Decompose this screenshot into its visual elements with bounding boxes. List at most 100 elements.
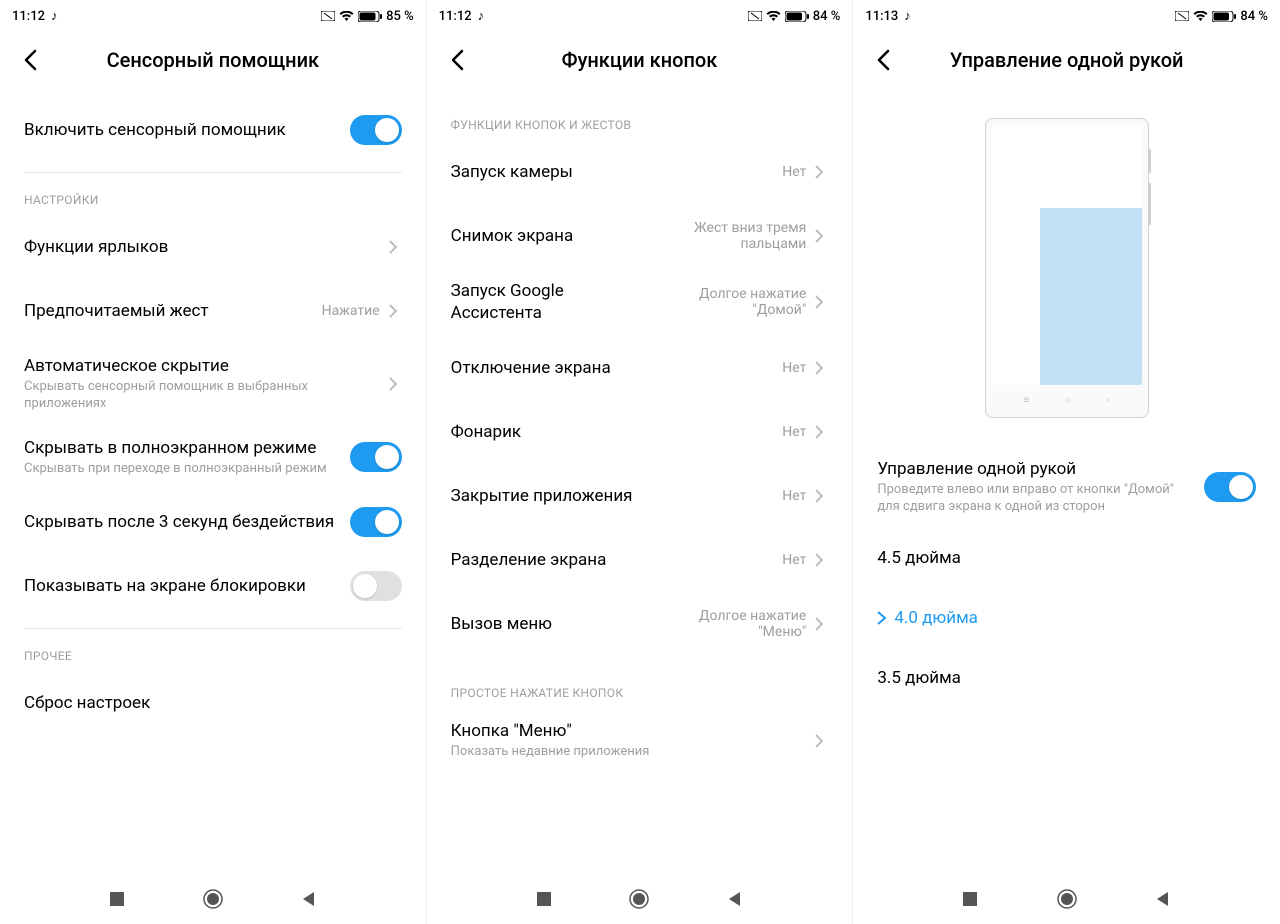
divider [24, 628, 402, 629]
shortcut-label: Функции ярлыков [24, 236, 380, 258]
idle-toggle[interactable] [350, 507, 402, 537]
nav-recents-icon[interactable] [108, 890, 126, 908]
chevron-right-icon [810, 734, 828, 748]
launch-camera-row[interactable]: Запуск камеры Нет [451, 140, 829, 204]
chevron-right-icon [810, 165, 828, 179]
chevron-right-icon [384, 240, 402, 254]
preferred-gesture-row[interactable]: Предпочитаемый жест Нажатие [24, 279, 402, 343]
enable-touch-assistant-row[interactable]: Включить сенсорный помощник [24, 98, 402, 162]
nav-home-icon[interactable] [202, 888, 224, 910]
row-value: Нет [782, 360, 806, 376]
screen-one-handed: 11:13 ♪ 84 % Управление одной рукой [853, 0, 1280, 924]
lock-toggle[interactable] [350, 571, 402, 601]
chevron-right-icon [810, 425, 828, 439]
close-app-row[interactable]: Закрытие приложения Нет [451, 464, 829, 528]
wifi-icon [339, 11, 354, 22]
status-bar: 11:12 ♪ 84 % [427, 0, 853, 28]
one-handed-enable-row[interactable]: Управление одной рукой Проведите влево и… [877, 446, 1256, 528]
row-value: Нет [782, 488, 806, 504]
preview-nav-home-icon: ○ [1065, 395, 1071, 406]
auto-hide-row[interactable]: Автоматическое скрытие Скрывать сенсорны… [24, 343, 402, 425]
chevron-right-icon [810, 617, 828, 631]
row-label: Вызов меню [451, 613, 659, 635]
battery-icon [785, 11, 809, 22]
reset-settings-row[interactable]: Сброс настроек [24, 671, 402, 735]
no-sim-icon [1175, 11, 1189, 21]
page-title: Управление одной рукой [869, 48, 1264, 72]
nav-home-icon[interactable] [1056, 888, 1078, 910]
split-screen-row[interactable]: Разделение экрана Нет [451, 528, 829, 592]
section-gestures: ФУНКЦИИ КНОПОК И ЖЕСТОВ [451, 118, 829, 132]
row-value: Нет [782, 424, 806, 440]
screenshot-row[interactable]: Снимок экрана Жест вниз тремя пальцами [451, 204, 829, 268]
divider [24, 172, 402, 173]
size-option-35[interactable]: 3.5 дюйма [877, 648, 1256, 708]
system-navbar [427, 874, 853, 924]
show-menu-row[interactable]: Вызов меню Долгое нажатие "Меню" [451, 592, 829, 656]
header: Управление одной рукой [853, 28, 1280, 98]
chevron-right-icon [810, 489, 828, 503]
nav-back-icon[interactable] [1154, 890, 1172, 908]
row-label: Запуск Google Ассистента [451, 280, 659, 324]
section-press: ПРОСТОЕ НАЖАТИЕ КНОПОК [451, 686, 829, 700]
row-value: Жест вниз тремя пальцами [666, 220, 806, 252]
nav-recents-icon[interactable] [961, 890, 979, 908]
flashlight-row[interactable]: Фонарик Нет [451, 400, 829, 464]
wifi-icon [766, 11, 781, 22]
gesture-label: Предпочитаемый жест [24, 300, 314, 322]
autohide-label: Автоматическое скрытие [24, 355, 380, 377]
music-icon: ♪ [478, 8, 485, 24]
show-on-lockscreen-row[interactable]: Показывать на экране блокировки [24, 554, 402, 618]
header: Функции кнопок [427, 28, 853, 98]
row-value: Долгое нажатие "Меню" [666, 608, 806, 640]
chevron-right-icon [810, 361, 828, 375]
nav-back-icon[interactable] [300, 890, 318, 908]
chevron-right-icon [810, 229, 828, 243]
enable-label: Включить сенсорный помощник [24, 119, 342, 141]
size-label: 4.5 дюйма [877, 548, 961, 568]
menubtn-label: Кнопка "Меню" [451, 720, 807, 742]
size-option-45[interactable]: 4.5 дюйма [877, 528, 1256, 588]
music-icon: ♪ [51, 8, 58, 24]
gesture-value: Нажатие [322, 303, 380, 319]
enable-toggle[interactable] [350, 115, 402, 145]
battery-percent: 84 % [1240, 9, 1268, 24]
page-title: Функции кнопок [443, 48, 837, 72]
one-handed-toggle[interactable] [1204, 472, 1256, 502]
screen-button-functions: 11:12 ♪ 84 % Функции кнопок ФУНКЦИИ КНОП… [427, 0, 854, 924]
fullscreen-sub: Скрывать при переходе в полноэкранный ре… [24, 461, 342, 478]
hide-fullscreen-row[interactable]: Скрывать в полноэкранном режиме Скрывать… [24, 425, 402, 490]
one-handed-label: Управление одной рукой [877, 458, 1196, 480]
row-value: Долгое нажатие "Домой" [666, 286, 806, 318]
menu-button-row[interactable]: Кнопка "Меню" Показать недавние приложен… [451, 708, 829, 773]
size-label: 4.0 дюйма [894, 608, 978, 628]
turn-off-screen-row[interactable]: Отключение экрана Нет [451, 336, 829, 400]
google-assistant-row[interactable]: Запуск Google Ассистента Долгое нажатие … [451, 268, 829, 336]
battery-percent: 85 % [386, 9, 414, 24]
chevron-right-icon [384, 304, 402, 318]
chevron-right-icon [877, 611, 886, 625]
hide-idle-row[interactable]: Скрывать после 3 секунд бездействия [24, 490, 402, 554]
battery-icon [358, 11, 382, 22]
battery-percent: 84 % [813, 9, 841, 24]
status-time: 11:12 [439, 9, 472, 24]
row-label: Разделение экрана [451, 549, 775, 571]
nav-back-icon[interactable] [726, 890, 744, 908]
nav-home-icon[interactable] [628, 888, 650, 910]
autohide-sub: Скрывать сенсорный помощник в выбранных … [24, 379, 380, 413]
chevron-right-icon [810, 553, 828, 567]
fullscreen-toggle[interactable] [350, 442, 402, 472]
size-option-40[interactable]: 4.0 дюйма [877, 588, 1256, 648]
status-time: 11:13 [865, 9, 898, 24]
screen-touch-assistant: 11:12 ♪ 85 % Сенсорный помощник Включить… [0, 0, 427, 924]
page-title: Сенсорный помощник [16, 48, 410, 72]
preview-nav-recents-icon: ≡ [1023, 395, 1029, 406]
wifi-icon [1193, 11, 1208, 22]
row-label: Фонарик [451, 421, 775, 443]
music-icon: ♪ [904, 8, 911, 24]
nav-recents-icon[interactable] [535, 890, 553, 908]
chevron-right-icon [384, 377, 402, 391]
system-navbar [853, 874, 1280, 924]
reset-label: Сброс настроек [24, 692, 402, 714]
shortcut-functions-row[interactable]: Функции ярлыков [24, 215, 402, 279]
